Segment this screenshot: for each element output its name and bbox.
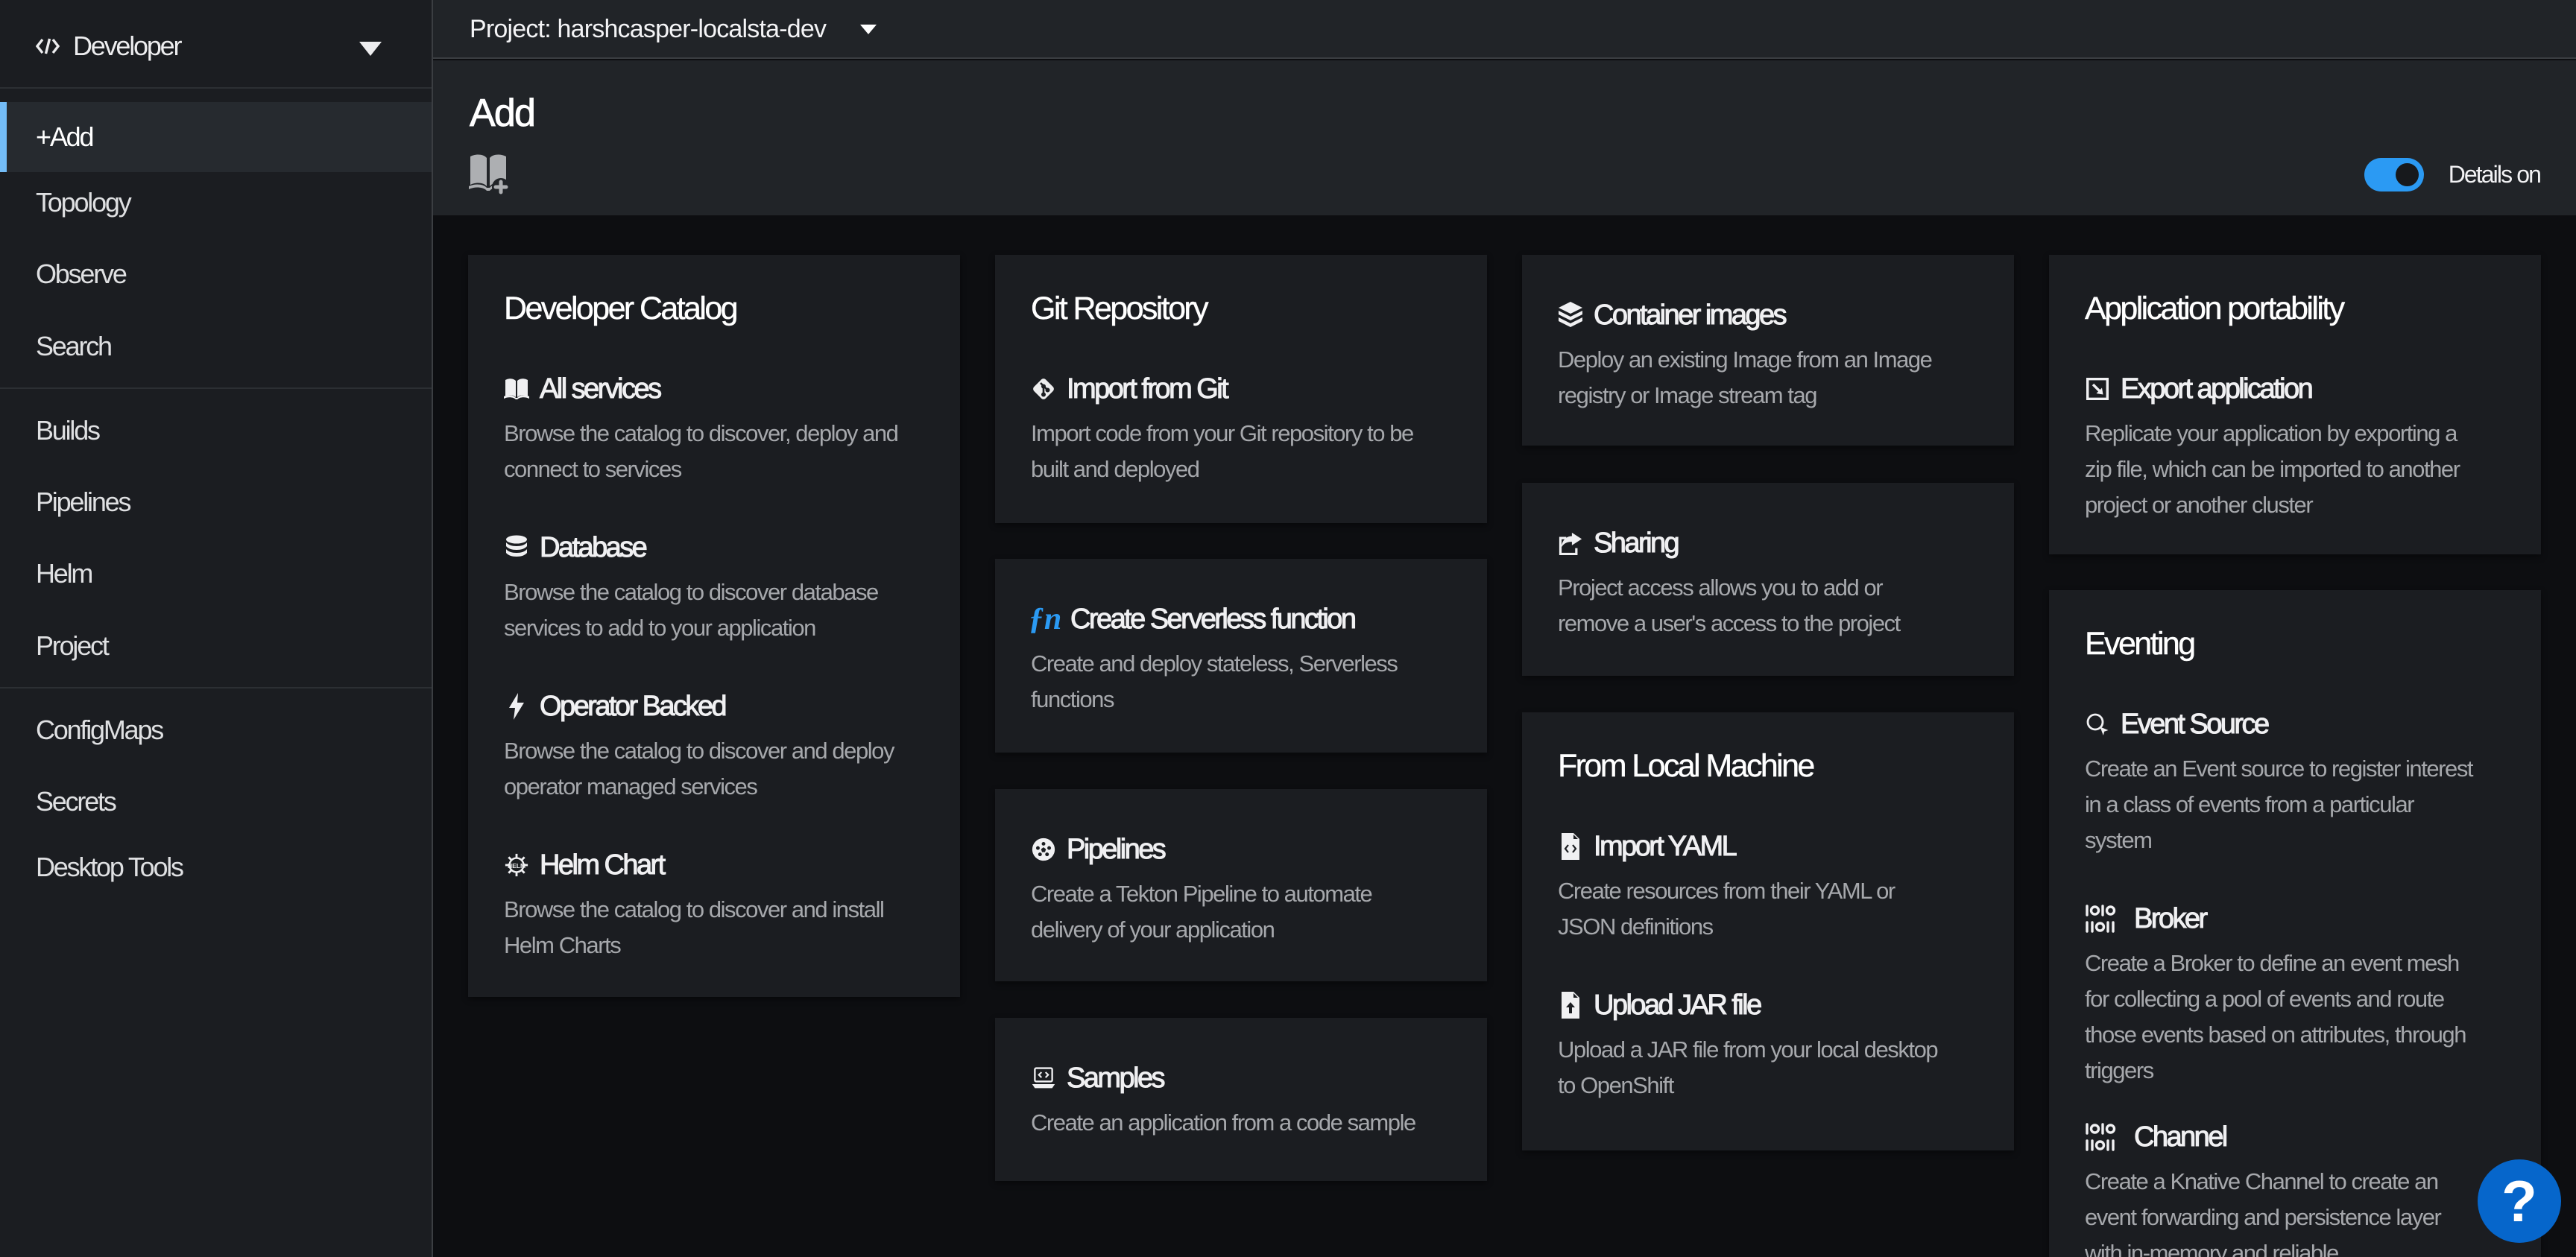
svg-text:HELM: HELM — [508, 862, 525, 870]
